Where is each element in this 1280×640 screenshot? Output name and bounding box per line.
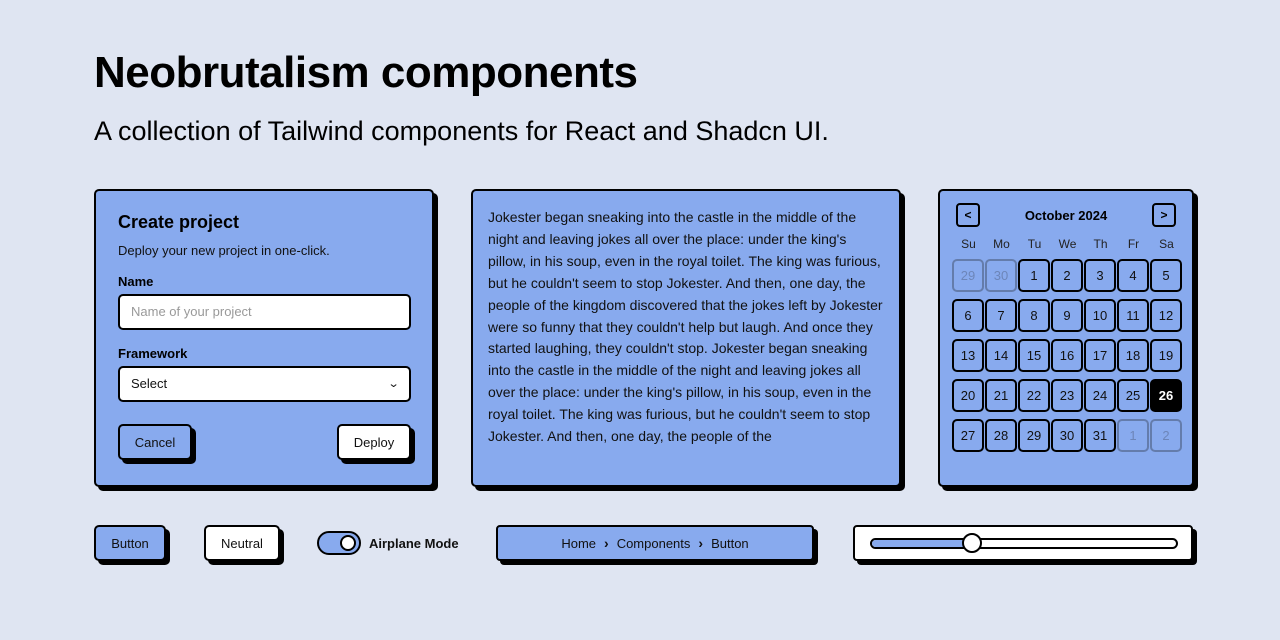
framework-selected-value: Select bbox=[131, 376, 168, 391]
weekday-label: Fr bbox=[1127, 237, 1140, 251]
breadcrumb-components[interactable]: Components bbox=[617, 536, 691, 551]
page-title: Neobrutalism components bbox=[94, 48, 638, 97]
calendar-day[interactable]: 21 bbox=[985, 379, 1017, 412]
framework-select[interactable]: Select ⌄ bbox=[118, 366, 411, 402]
slider-track[interactable] bbox=[870, 533, 1178, 553]
primary-button[interactable]: Button bbox=[94, 525, 166, 561]
calendar-day[interactable]: 17 bbox=[1084, 339, 1116, 372]
story-text: Jokester began sneaking into the castle … bbox=[488, 209, 883, 445]
calendar-day[interactable]: 3 bbox=[1084, 259, 1116, 292]
weekday-label: Th bbox=[1093, 237, 1108, 251]
calendar-day[interactable]: 15 bbox=[1018, 339, 1050, 372]
framework-label: Framework bbox=[118, 346, 188, 361]
chevron-right-icon: › bbox=[604, 535, 609, 551]
calendar-day[interactable]: 2 bbox=[1051, 259, 1083, 292]
calendar-days: 29 30 1 2 3 4 5 6 7 8 9 10 11 12 13 14 15 16 17 18 19 20 21 22 2… bbox=[952, 259, 1182, 459]
calendar-day[interactable]: 1 bbox=[1117, 419, 1149, 452]
weekday-label: Mo bbox=[993, 237, 1010, 251]
create-project-card: Create project Deploy your new project i… bbox=[94, 189, 434, 487]
calendar-day-selected[interactable]: 26 bbox=[1150, 379, 1182, 412]
calendar-day[interactable]: 29 bbox=[1018, 419, 1050, 452]
calendar-day[interactable]: 22 bbox=[1018, 379, 1050, 412]
calendar-day[interactable]: 13 bbox=[952, 339, 984, 372]
name-input[interactable]: Name of your project bbox=[118, 294, 411, 330]
calendar: < October 2024 > Su Mo Tu We Th Fr Sa 29 30 1 2 3 4… bbox=[938, 189, 1194, 487]
calendar-day[interactable]: 14 bbox=[985, 339, 1017, 372]
calendar-day[interactable]: 18 bbox=[1117, 339, 1149, 372]
slider-thumb[interactable] bbox=[962, 533, 983, 553]
calendar-day[interactable]: 19 bbox=[1150, 339, 1182, 372]
calendar-day[interactable]: 12 bbox=[1150, 299, 1182, 332]
airplane-mode-switch-group: Airplane Mode bbox=[317, 531, 459, 555]
calendar-day[interactable]: 9 bbox=[1051, 299, 1083, 332]
weekday-label: Tu bbox=[1027, 237, 1042, 251]
calendar-day[interactable]: 30 bbox=[1051, 419, 1083, 452]
calendar-day[interactable]: 8 bbox=[1018, 299, 1050, 332]
deploy-button[interactable]: Deploy bbox=[337, 424, 411, 460]
weekday-label: Sa bbox=[1159, 237, 1174, 251]
calendar-day[interactable]: 28 bbox=[985, 419, 1017, 452]
calendar-day[interactable]: 2 bbox=[1150, 419, 1182, 452]
calendar-day[interactable]: 20 bbox=[952, 379, 984, 412]
calendar-day[interactable]: 23 bbox=[1051, 379, 1083, 412]
breadcrumb-button: Button bbox=[711, 535, 749, 551]
calendar-day[interactable]: 27 bbox=[952, 419, 984, 452]
calendar-day[interactable]: 10 bbox=[1084, 299, 1116, 332]
slider-card bbox=[853, 525, 1193, 561]
weekday-label: We bbox=[1058, 237, 1077, 251]
prev-month-button[interactable]: < bbox=[956, 203, 980, 227]
calendar-day[interactable]: 4 bbox=[1117, 259, 1149, 292]
switch-knob bbox=[340, 535, 356, 551]
airplane-mode-label[interactable]: Airplane Mode bbox=[369, 536, 459, 551]
calendar-day[interactable]: 24 bbox=[1084, 379, 1116, 412]
calendar-day[interactable]: 30 bbox=[985, 259, 1017, 292]
calendar-day[interactable]: 31 bbox=[1084, 419, 1116, 452]
calendar-day[interactable]: 7 bbox=[985, 299, 1017, 332]
calendar-day[interactable]: 25 bbox=[1117, 379, 1149, 412]
story-card: Jokester began sneaking into the castle … bbox=[471, 189, 901, 487]
chevron-down-icon: ⌄ bbox=[387, 378, 400, 390]
chevron-right-icon: › bbox=[698, 535, 704, 551]
name-placeholder: Name of your project bbox=[131, 304, 252, 319]
next-month-button[interactable]: > bbox=[1152, 203, 1176, 227]
card-description: Deploy your new project in one-click. bbox=[118, 243, 330, 258]
calendar-month-title: October 2024 bbox=[1024, 207, 1108, 223]
page-subtitle: A collection of Tailwind components for … bbox=[94, 116, 829, 146]
card-title: Create project bbox=[118, 212, 240, 232]
chevron-left-icon: < bbox=[964, 208, 972, 222]
airplane-mode-switch[interactable] bbox=[317, 531, 361, 555]
calendar-day[interactable]: 16 bbox=[1051, 339, 1083, 372]
cancel-button[interactable]: Cancel bbox=[118, 424, 192, 460]
name-label: Name bbox=[118, 274, 154, 289]
calendar-day[interactable]: 1 bbox=[1018, 259, 1050, 292]
chevron-right-icon: > bbox=[1160, 208, 1168, 222]
breadcrumb: Home › Components › Button bbox=[496, 525, 814, 561]
calendar-day[interactable]: 29 bbox=[952, 259, 984, 292]
breadcrumb-home[interactable]: Home bbox=[561, 536, 596, 551]
weekday-label: Su bbox=[961, 237, 976, 251]
slider-range bbox=[872, 540, 973, 547]
calendar-weekdays: Su Mo Tu We Th Fr Sa bbox=[952, 237, 1180, 251]
calendar-day[interactable]: 5 bbox=[1150, 259, 1182, 292]
calendar-day[interactable]: 6 bbox=[952, 299, 984, 332]
neutral-button[interactable]: Neutral bbox=[204, 525, 280, 561]
calendar-day[interactable]: 11 bbox=[1117, 299, 1149, 332]
